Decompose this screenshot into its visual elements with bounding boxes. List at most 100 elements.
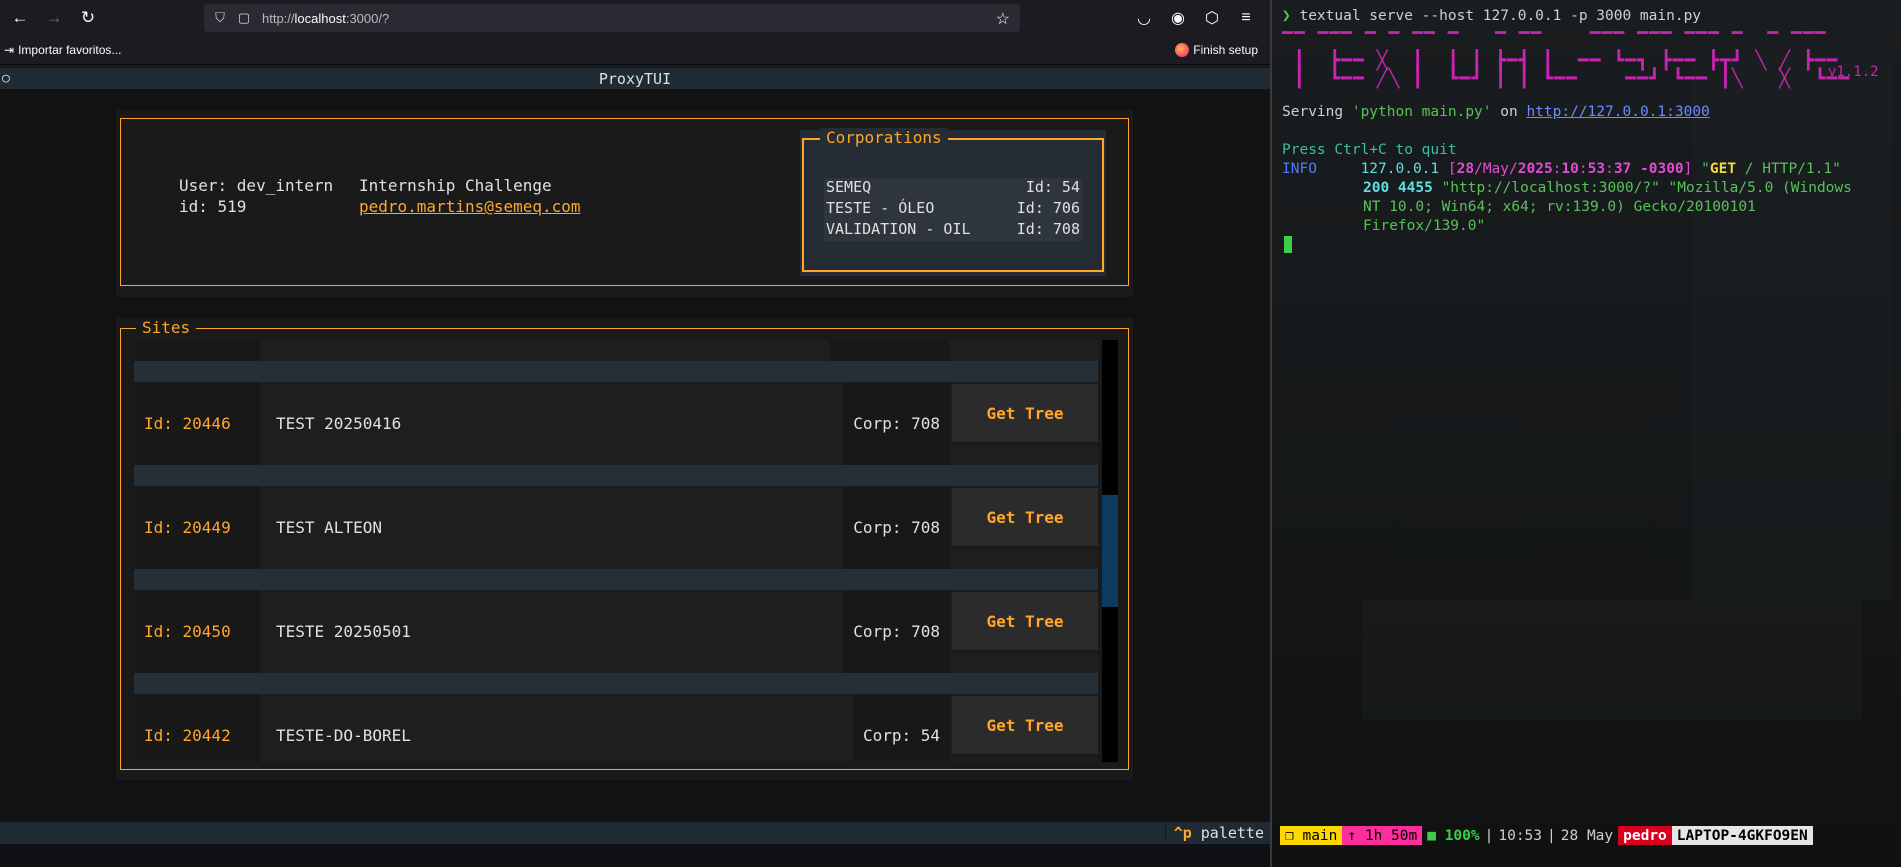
extensions-icon[interactable]: ⬡ [1198,4,1226,32]
textual-app: ○ ProxyTUI User: dev_intern id: 519 Inte… [0,68,1270,867]
corporation-row[interactable]: VALIDATION - OIL Id: 708 [824,220,1082,241]
site-row-partial [134,340,1098,361]
log-hour: 10 [1561,161,1579,177]
log-month: /May/ [1474,161,1518,177]
url-rest: :3000/? [345,10,390,26]
sites-list[interactable]: Id: 20446 TEST 20250416 Corp: 708 Get Tr… [134,340,1098,762]
serving-cmd: 'python main.py' [1351,104,1492,120]
app-title: ProxyTUI [598,69,672,88]
corporation-name: SEMEQ [826,178,872,196]
browser-toolbar: ← → ↻ ⛉ ▢ http://localhost:3000/? ☆ ◡ ◉ … [0,0,1270,36]
corporations-list: SEMEQ Id: 54 TESTE - ÓLEO Id: 706 VALIDA… [824,178,1082,241]
pocket-icon[interactable]: ◡ [1130,4,1158,32]
corporation-id: Id: 54 [1025,178,1080,196]
sites-scrollbar[interactable] [1102,340,1118,762]
user-panel: User: dev_intern id: 519 Internship Chal… [116,110,1133,297]
site-row: Id: 20449 TEST ALTEON Corp: 708 Get Tree [134,486,1098,569]
app-bottom-strip [0,844,1270,867]
corporations-title: Corporations [820,128,948,147]
account-icon[interactable]: ◉ [1164,4,1192,32]
reload-icon[interactable]: ↻ [74,4,102,32]
get-tree-button[interactable]: Get Tree [952,592,1098,653]
cathedral-background [1692,40,1892,600]
corporation-id: Id: 708 [1016,220,1080,238]
log-status: 200 4455 [1363,180,1433,196]
back-icon[interactable]: ← [6,4,34,32]
branch-icon: ❐ [1285,827,1294,844]
status-time: 10:53 [1498,827,1543,844]
get-tree-button[interactable]: Get Tree [952,696,1098,757]
serving-line: Serving 'python main.py' on http://127.0… [1282,104,1710,120]
command-line: ❯ textual serve --host 127.0.0.1 -p 3000… [1282,8,1701,24]
command-text: textual serve --host 127.0.0.1 -p 3000 m… [1299,8,1702,24]
terminal-cursor [1284,236,1292,253]
site-corp: Corp: 708 [843,590,950,673]
url-prefix: http:// [262,10,295,26]
log-level: INFO [1282,161,1317,177]
corporations-box: Corporations SEMEQ Id: 54 TESTE - ÓLEO I… [800,128,1106,276]
sites-scrollbar-thumb[interactable] [1102,495,1118,607]
log-second: 37 [1613,161,1632,177]
battery-level: 100% [1444,827,1480,844]
corporation-row[interactable]: SEMEQ Id: 54 [824,178,1082,199]
command-circle-icon[interactable]: ○ [2,71,10,86]
site-name: TEST 20250416 [276,414,402,433]
site-row: Id: 20442 TESTE-DO-BOREL Corp: 54 Get Tr… [134,694,1098,762]
site-name: TESTE-DO-BOREL [276,726,411,745]
site-corp: Corp: 708 [843,486,950,569]
site-corp: Corp: 708 [843,382,950,465]
firefox-icon [1175,43,1190,57]
log-tz: -0300 [1631,161,1684,177]
serving-url-link[interactable]: http://127.0.0.1:3000 [1526,104,1709,120]
palette-label: palette [1200,824,1264,842]
command-palette-binding[interactable]: ^p palette [1164,824,1264,842]
prompt-icon: ❯ [1282,8,1291,24]
banner-version: v1.1.2 [1828,64,1879,80]
finish-setup-label: Finish setup [1193,43,1258,57]
forward-icon[interactable]: → [40,4,68,32]
user-email-link[interactable]: pedro.martins@semeq.com [359,197,581,216]
url-text[interactable]: http://localhost:3000/? [262,11,389,26]
url-bar[interactable]: ⛉ ▢ http://localhost:3000/? ☆ [204,4,1020,32]
site-name: TESTE 20250501 [276,622,411,641]
status-separator: | [1484,827,1494,844]
menu-icon[interactable]: ≡ [1232,4,1260,32]
finish-setup-button[interactable]: Finish setup [1175,43,1258,57]
browser-window: ← → ↻ ⛉ ▢ http://localhost:3000/? ☆ ◡ ◉ … [0,0,1270,867]
corporation-row[interactable]: TESTE - ÓLEO Id: 706 [824,199,1082,220]
site-corp: Corp: 54 [852,694,950,762]
import-bookmarks-label: Importar favoritos... [18,43,122,57]
site-id: Id: 20442 [134,694,260,762]
log-ts-open: [ [1447,161,1457,177]
get-tree-button[interactable]: Get Tree [952,488,1098,549]
import-icon: ⇥ [4,43,15,57]
git-branch: main [1302,827,1338,844]
battery-icon: ■ [1427,827,1436,844]
site-corp-cell [830,340,950,361]
log-cont1: "http://localhost:3000/?" "Mozilla/5.0 (… [1432,180,1852,196]
url-host: localhost [294,10,346,26]
app-footer: ^p palette [0,822,1270,844]
bookmarks-bar: ⇥ Importar favoritos... Finish setup [0,36,1270,65]
shield-icon[interactable]: ⛉ [212,10,228,26]
site-id: Id: 20446 [134,382,260,465]
bookmark-star-icon[interactable]: ☆ [996,9,1010,29]
site-id-cell [134,340,260,361]
status-separator: | [1547,827,1556,844]
textual-serve-banner: ▔▔ ▔▔▔ ▔ ▔ ▔▔ ▔ ▔ ▔▔ ▔▔▔ ▔▔▔ ▔▔▔ ▔ ▔ ▔▔▔… [1282,32,1851,89]
import-bookmarks-button[interactable]: ⇥ Importar favoritos... [4,43,121,57]
page-info-icon[interactable]: ▢ [236,10,252,26]
log-quote: " [1692,161,1710,177]
get-tree-button[interactable]: Get Tree [952,384,1098,445]
status-host: LAPTOP-4GKFO9EN [1671,826,1813,845]
app-header: ○ ProxyTUI [0,68,1270,89]
site-id: Id: 20450 [134,590,260,673]
log-path: / HTTP/1.1" [1736,161,1841,177]
status-date: 28 May [1560,827,1614,844]
log-ip: 127.0.0.1 [1360,161,1440,177]
site-id: Id: 20449 [134,486,260,569]
quit-hint: Press Ctrl+C to quit [1282,142,1457,158]
sites-panel: Sites Id: 20446 TEST 20250416 Corp: 708 … [116,318,1133,780]
terminal-window[interactable]: ❯ textual serve --host 127.0.0.1 -p 3000… [1270,0,1901,867]
serving-on: on [1491,104,1527,120]
